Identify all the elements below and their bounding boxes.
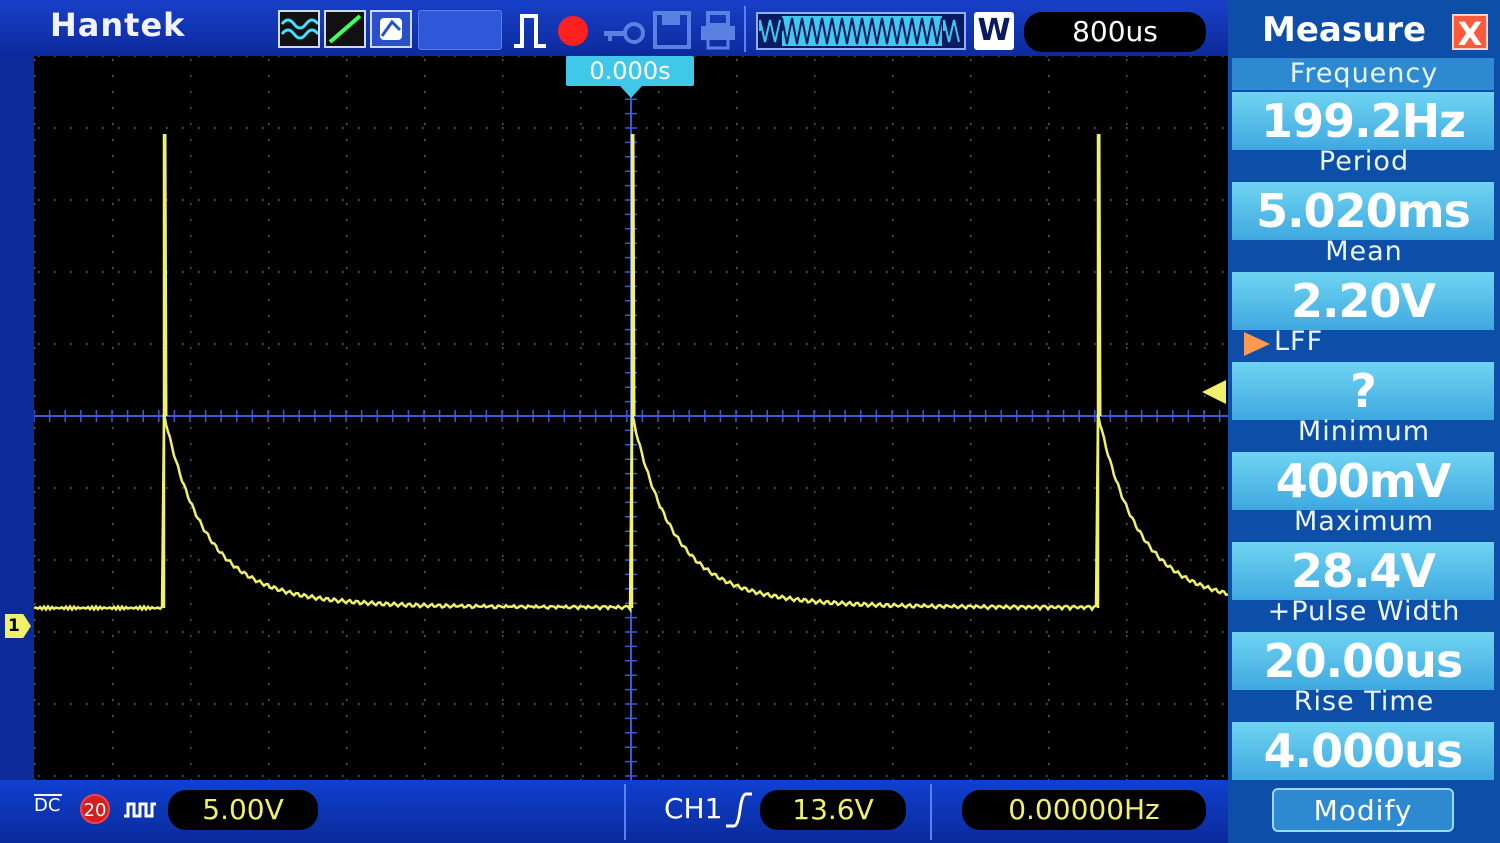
measure-label-lff: LFF — [1274, 326, 1324, 357]
persist-icon[interactable] — [370, 10, 412, 48]
bandwidth-limit-badge[interactable]: 20 — [80, 794, 110, 824]
save-icon — [652, 10, 692, 54]
print-icon — [698, 10, 738, 54]
measure-panel-title: Measure — [1262, 10, 1427, 50]
pulse-trigger-icon[interactable] — [510, 10, 550, 54]
trace-falling-edge-3 — [1097, 133, 1102, 417]
measure-label-rise-time: Rise Time — [1293, 686, 1435, 717]
measure-label-maximum: Maximum — [1293, 506, 1435, 537]
record-icon[interactable] — [556, 14, 590, 52]
slope-icon[interactable] — [324, 10, 366, 48]
timebase-display[interactable]: 800us — [1024, 12, 1206, 52]
trigger-position-arrow — [620, 86, 642, 98]
memory-overview-strip[interactable] — [756, 12, 966, 50]
measure-label-mean: Mean — [1325, 236, 1403, 267]
measure-value-frequency[interactable]: 199.2Hz — [1232, 92, 1494, 150]
measure-label-frequency: Frequency — [1289, 58, 1439, 89]
channel1-ground-marker[interactable]: 1 — [5, 614, 31, 638]
brand-logo: Hantek — [50, 6, 186, 44]
close-icon[interactable]: X — [1452, 14, 1488, 52]
trigger-source-label: CH1 — [664, 792, 723, 825]
waveform-plot — [33, 55, 1229, 781]
bottom-separator-2 — [930, 784, 932, 840]
volts-per-div-display[interactable]: 5.00V — [168, 790, 318, 830]
toolbar-separator — [744, 6, 746, 52]
measure-value-rise-time[interactable]: 4.000us — [1232, 722, 1494, 780]
window-mode-button[interactable]: W — [974, 12, 1014, 50]
measure-value-maximum[interactable]: 28.4V — [1232, 542, 1494, 600]
modify-button[interactable]: Modify — [1272, 788, 1454, 832]
key-icon — [602, 20, 646, 50]
measure-value-lff[interactable]: ? — [1232, 362, 1494, 420]
coupling-dc-icon: DC — [34, 794, 62, 816]
trigger-level-marker[interactable] — [1202, 380, 1226, 404]
measure-label-period: Period — [1318, 146, 1410, 177]
trigger-frequency-display: 0.00000Hz — [962, 790, 1206, 830]
measure-value-pulse-width[interactable]: 20.00us — [1232, 632, 1494, 690]
coupling-ac-icon — [122, 798, 158, 828]
measure-label-pulse-width: +Pulse Width — [1267, 596, 1461, 627]
grid-dots — [34, 55, 1224, 781]
waveform-icon[interactable] — [278, 10, 320, 48]
trace-falling-edge-2 — [631, 133, 636, 417]
measure-label-minimum: Minimum — [1297, 416, 1431, 447]
bottom-separator-1 — [624, 784, 626, 840]
measure-value-minimum[interactable]: 400mV — [1232, 452, 1494, 510]
trigger-level-display[interactable]: 13.6V — [760, 790, 906, 830]
blank-slot — [418, 10, 502, 50]
waveform-display — [33, 55, 1229, 781]
rising-edge-icon — [724, 790, 754, 834]
trace-falling-edge-1 — [163, 133, 168, 417]
coupling-label: DC — [34, 795, 61, 816]
trigger-time-marker[interactable]: 0.000s — [566, 56, 694, 86]
measure-value-period[interactable]: 5.020ms — [1232, 182, 1494, 240]
measure-value-mean[interactable]: 2.20V — [1232, 272, 1494, 330]
